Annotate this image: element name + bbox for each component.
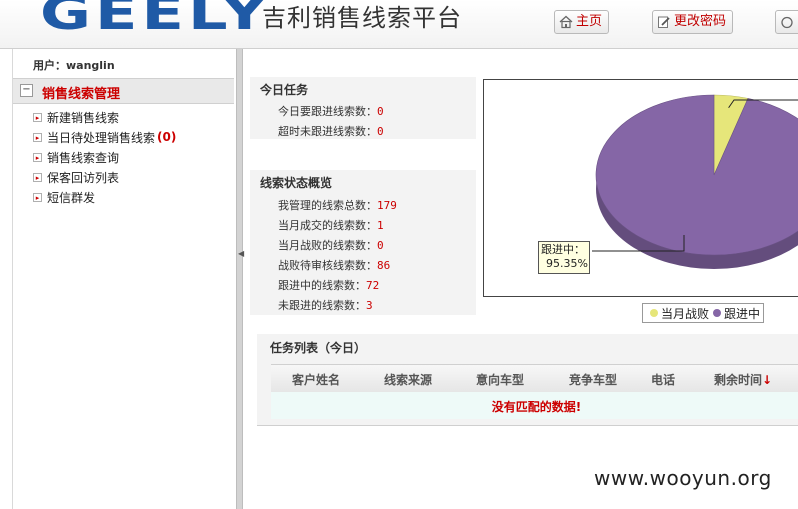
- pie-legend: 当月战败 跟进中: [642, 303, 765, 323]
- watermark: www.wooyun.org: [594, 466, 772, 490]
- stat-value: 72: [366, 279, 380, 292]
- legend-swatch: [650, 309, 658, 317]
- stat-row: 超时未跟进线索数：0: [278, 123, 384, 139]
- stat-row: 跟进中的线索数：72: [278, 277, 379, 293]
- stat-label: 超时未跟进线索数：: [278, 125, 377, 138]
- sidebar-item-sms-broadcast[interactable]: ▸ 短信群发: [33, 188, 95, 206]
- column-header-lead-source[interactable]: 线索来源: [384, 371, 432, 388]
- sidebar-item-label: 当日待处理销售线索: [47, 130, 156, 145]
- collapse-arrow-icon[interactable]: ◀: [238, 249, 244, 258]
- edit-icon: [658, 16, 670, 28]
- tooltip-label: 跟进中：: [541, 243, 585, 256]
- table-body: 没有匹配的数据!: [271, 392, 798, 419]
- sidebar-item-label: 新建销售线索: [47, 110, 120, 125]
- stat-value: 179: [377, 199, 397, 212]
- sidebar-item-label: 保客回访列表: [47, 170, 120, 185]
- stat-value: 1: [377, 219, 384, 232]
- empty-table-message: 没有匹配的数据!: [491, 400, 582, 414]
- sidebar-item-label: 短信群发: [47, 190, 96, 205]
- column-header-phone[interactable]: 电话: [651, 371, 675, 388]
- sort-down-icon[interactable]: ↓: [762, 373, 772, 387]
- stat-row: 未跟进的线索数：3: [278, 297, 373, 313]
- legend-swatch: [713, 309, 722, 317]
- column-header-label: 剩余时间: [714, 373, 763, 387]
- menu-section-title: 销售线索管理: [42, 87, 121, 102]
- table-header: 客户姓名 线索来源 意向车型 竞争车型 电话 剩余时间↓: [271, 364, 798, 393]
- arrow-bullet-icon: ▸: [33, 172, 42, 182]
- stat-value: 0: [377, 125, 384, 138]
- stat-label: 我管理的线索总数：: [278, 199, 377, 212]
- sidebar-item-customer-revisit[interactable]: ▸ 保客回访列表: [33, 168, 119, 186]
- stat-row: 我管理的线索总数：179: [278, 197, 397, 213]
- stat-row: 当月战败的线索数：0: [278, 237, 384, 253]
- sidebar-item-pending-leads[interactable]: ▸ 当日待处理销售线索 (0): [33, 128, 176, 146]
- user-label: 用户：wanglin: [33, 59, 115, 72]
- stat-row: 战败待审核线索数：86: [278, 257, 390, 273]
- sidebar-item-lead-search[interactable]: ▸ 销售线索查询: [33, 148, 119, 166]
- pie-tooltip: 跟进中： 95.35%: [538, 241, 590, 274]
- lead-status-pie-chart: 跟进中： 95.35%: [483, 79, 798, 297]
- sidebar-border: [12, 49, 13, 509]
- stat-value: 0: [377, 105, 384, 118]
- geely-logo: GEELY: [40, 0, 271, 40]
- sidebar-splitter[interactable]: ◀: [236, 49, 244, 509]
- sidebar-item-new-lead[interactable]: ▸ 新建销售线索: [33, 108, 119, 126]
- today-tasks-panel: 今日任务 今日要跟进线索数：0 超时未跟进线索数：0: [250, 77, 476, 139]
- sidebar-item-label: 销售线索查询: [47, 150, 120, 165]
- column-header-intended-model[interactable]: 意向车型: [476, 371, 524, 388]
- status-overview-panel: 线索状态概览 我管理的线索总数：179 当月成交的线索数：1 当月战败的线索数：…: [250, 170, 476, 315]
- page-title: 吉利销售线索平台: [262, 4, 462, 32]
- status-overview-title: 线索状态概览: [260, 176, 333, 190]
- home-button[interactable]: 主页: [554, 10, 610, 34]
- legend-label: 跟进中: [724, 306, 761, 321]
- power-icon: [781, 16, 793, 29]
- stat-value: 0: [377, 239, 384, 252]
- column-header-customer-name[interactable]: 客户姓名: [292, 371, 340, 388]
- logout-button[interactable]: [775, 10, 798, 34]
- pending-count-badge: (0): [157, 130, 177, 144]
- stat-value: 86: [377, 259, 391, 272]
- column-header-competing-model[interactable]: 竞争车型: [569, 371, 617, 388]
- stat-label: 跟进中的线索数：: [278, 279, 366, 292]
- change-password-label: 更改密码: [674, 14, 727, 29]
- stat-label: 未跟进的线索数：: [278, 299, 366, 312]
- arrow-bullet-icon: ▸: [33, 152, 42, 162]
- menu-section-header[interactable]: − 销售线索管理: [13, 78, 234, 104]
- stat-label: 战败待审核线索数：: [278, 259, 377, 272]
- pie-chart-svg: [592, 94, 798, 269]
- arrow-bullet-icon: ▸: [33, 112, 42, 122]
- stat-row: 当月成交的线索数：1: [278, 217, 384, 233]
- task-list-title: 任务列表（今日）: [270, 341, 367, 355]
- arrow-bullet-icon: ▸: [33, 192, 42, 202]
- stat-label: 当月战败的线索数：: [278, 239, 377, 252]
- header: GEELY 吉利销售线索平台 主页 更改密码: [0, 0, 798, 49]
- stat-label: 当月成交的线索数：: [278, 219, 377, 232]
- task-list-panel: 任务列表（今日） 客户姓名 线索来源 意向车型 竞争车型 电话 剩余时间↓ 没有…: [257, 334, 798, 426]
- legend-label: 当月战败: [661, 306, 710, 321]
- home-icon: [559, 15, 573, 29]
- change-password-button[interactable]: 更改密码: [652, 10, 734, 34]
- home-button-label: 主页: [576, 14, 603, 29]
- column-header-remaining-time[interactable]: 剩余时间↓: [714, 371, 772, 388]
- today-tasks-title: 今日任务: [260, 83, 309, 97]
- tooltip-value: 95.35%: [546, 257, 588, 270]
- stat-row: 今日要跟进线索数：0: [278, 103, 384, 119]
- stat-value: 3: [366, 299, 373, 312]
- arrow-bullet-icon: ▸: [33, 132, 42, 142]
- collapse-icon[interactable]: −: [20, 84, 33, 97]
- stat-label: 今日要跟进线索数：: [278, 105, 377, 118]
